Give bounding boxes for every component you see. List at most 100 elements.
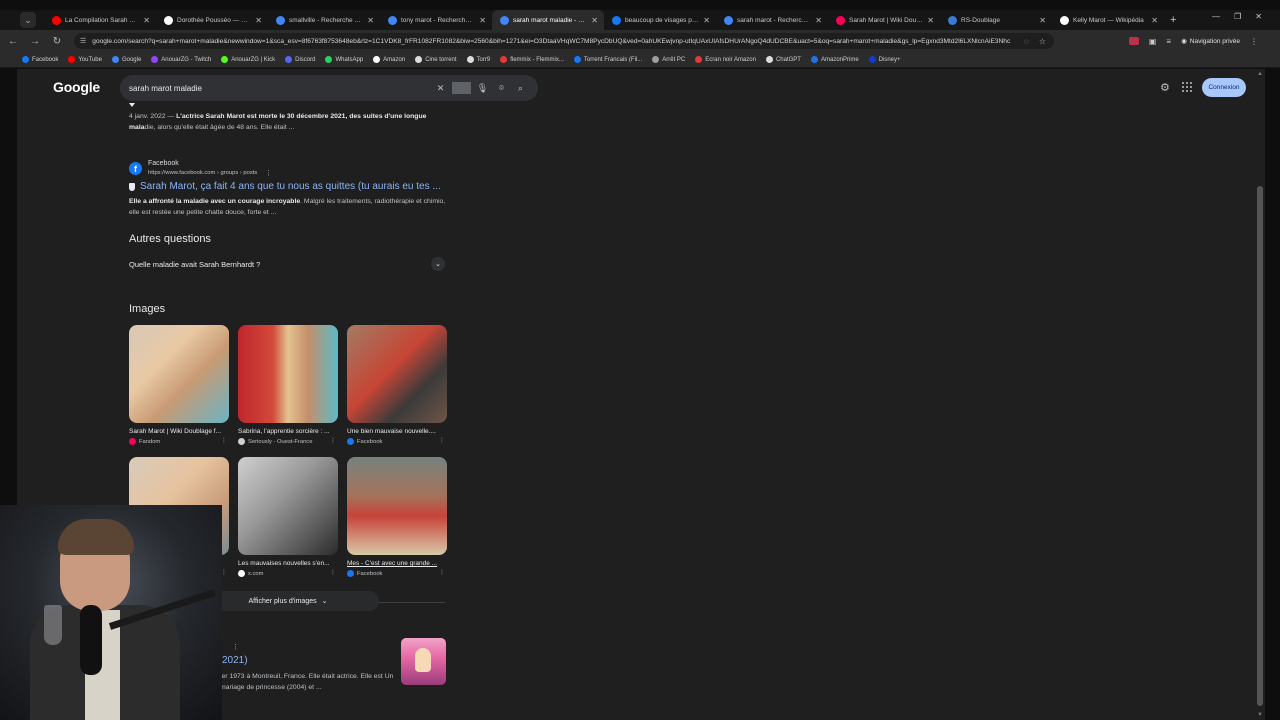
reload-icon[interactable]: ↻ [48,36,66,47]
result-more-icon[interactable]: ⋮ [232,643,239,651]
camera-icon[interactable]: ⌾ [492,83,511,94]
question-row[interactable]: Quelle maladie avait Sarah Bernhardt ? ⌄ [129,257,445,271]
image-result[interactable]: Les mauvaises nouvelles s'en... x.com ⋮ [238,457,338,577]
more-images-button[interactable]: Afficher plus d'images ⌄ [197,591,379,611]
apps-grid-icon[interactable] [1182,82,1192,92]
result-more-icon[interactable]: ⋮ [265,169,272,177]
maximize-icon[interactable]: ❐ [1234,12,1241,21]
eye-off-icon[interactable]: ◌ [1024,37,1029,46]
image-result[interactable]: Sarah Marot | Wiki Doublage f... Fandom ⋮ [129,325,229,445]
tab-3[interactable]: tony marot - Recherche Goo ✕ [380,10,492,30]
image-thumbnail[interactable] [238,325,338,423]
close-tab-icon[interactable]: ✕ [815,16,822,25]
image-caption[interactable]: Sabrina, l'apprentie sorcière : ... [238,428,336,435]
browser-menu-icon[interactable]: ⋮ [1250,37,1258,46]
scroll-thumb[interactable] [1257,186,1263,706]
bookmark-item[interactable]: Facebook [22,56,58,63]
tab-7[interactable]: Sarah Marot | Wiki Doublage ✕ [828,10,940,30]
image-more-icon[interactable]: ⋮ [439,437,445,444]
tab-2[interactable]: smallville - Recherche Google✕ [268,10,380,30]
bookmark-item[interactable]: Arrêt PC [652,56,685,63]
minimize-icon[interactable]: — [1212,12,1220,21]
tab-0[interactable]: La Compilation Sarah Marot ✕ [44,10,156,30]
clear-icon[interactable]: ✕ [431,83,450,94]
close-tab-icon[interactable]: ✕ [255,16,262,25]
bookmark-item[interactable]: AnouarZG | Kick [221,56,275,63]
tab-menu-icon[interactable]: ≡ [1166,37,1171,46]
image-result[interactable]: Une bien mauvaise nouvelle.... Facebook ⋮ [347,325,447,445]
close-tab-icon[interactable]: ✕ [591,16,598,25]
close-tab-icon[interactable]: ✕ [479,16,486,25]
forward-icon[interactable]: → [26,36,44,47]
chevron-down-icon[interactable]: ⌄ [431,257,445,271]
settings-gear-icon[interactable]: ⚙ [1160,81,1170,94]
scroll-down-icon[interactable]: ▼ [1257,712,1263,718]
close-tab-icon[interactable]: ✕ [143,16,150,25]
bookmark-star-icon[interactable]: ☆ [1039,37,1046,46]
extension-icon[interactable] [1128,37,1139,45]
search-box[interactable]: ✕ 🎙 ⌾ ⌕ [120,75,538,101]
bookmark-item[interactable]: Ecran noir Amazon [695,56,756,63]
image-thumbnail[interactable] [347,457,447,555]
bookmark-item[interactable]: ChatGPT [765,56,801,63]
image-more-icon[interactable]: ⋮ [330,437,336,444]
bookmark-item[interactable]: flemmix - Flemmix... [500,56,564,63]
result-thumbnail[interactable] [401,638,446,685]
bookmark-item[interactable]: AmazonPrime [810,56,859,63]
image-caption[interactable]: Sarah Marot | Wiki Doublage f... [129,428,227,435]
image-caption[interactable]: Mes - C'est avec une grande ... [347,560,445,567]
close-tab-icon[interactable]: ✕ [367,16,374,25]
image-source[interactable]: Seriously - Ouest-France ⋮ [238,438,338,445]
image-more-icon[interactable]: ⋮ [439,569,445,576]
private-mode-badge[interactable]: ◉ Navigation privée [1181,37,1240,46]
search-input[interactable] [129,83,431,93]
bookmark-item[interactable]: Discord [285,56,315,63]
tab-5[interactable]: beaucoup de visages pour un✕ [604,10,716,30]
image-more-icon[interactable]: ⋮ [221,437,227,444]
image-caption[interactable]: Les mauvaises nouvelles s'en... [238,560,336,567]
image-source[interactable]: Fandom ⋮ [129,438,229,445]
tab-search-icon[interactable]: ⌄ [20,12,36,28]
signin-button[interactable]: Connexion [1202,78,1246,97]
bookmark-item[interactable]: YouTube [68,56,102,63]
tab-8[interactable]: RS-Doublage ✕ [940,10,1052,30]
close-tab-icon[interactable]: ✕ [1151,16,1158,25]
extension-puzzle-icon[interactable]: ▣ [1149,37,1157,46]
address-url[interactable]: google.com/search?q=sarah+marot+maladie&… [92,38,1016,45]
bookmark-item[interactable]: Amazon [373,56,405,63]
scrollbar[interactable]: ▲ ▼ [1255,69,1265,720]
image-result[interactable]: Sabrina, l'apprentie sorcière : ... Serio… [238,325,338,445]
result-url[interactable]: https://www.facebook.com › groups › post… [148,170,257,176]
image-thumbnail[interactable] [347,325,447,423]
site-info-icon[interactable]: ☰ [80,37,86,45]
scroll-up-icon[interactable]: ▲ [1257,71,1263,77]
image-thumbnail[interactable] [238,457,338,555]
image-source[interactable]: Facebook ⋮ [347,438,447,445]
image-caption[interactable]: Une bien mauvaise nouvelle.... [347,428,445,435]
image-thumbnail[interactable] [129,325,229,423]
result-source[interactable]: Facebook [148,160,179,167]
close-tab-icon[interactable]: ✕ [927,16,934,25]
close-tab-icon[interactable]: ✕ [703,16,710,25]
address-bar[interactable]: ☰ google.com/search?q=sarah+marot+maladi… [74,33,1054,49]
bookmark-item[interactable]: Cine torrent [415,56,457,63]
bookmark-item[interactable]: WhatsApp [325,56,363,63]
tab-9[interactable]: Kelly Marot — Wikipédia ✕ [1052,10,1164,30]
new-tab-icon[interactable]: + [1170,14,1176,26]
microphone-icon[interactable]: 🎙 [473,83,492,94]
result-title-link[interactable]: Sarah Marot, ça fait 4 ans que tu nous a… [129,181,441,192]
image-more-icon[interactable]: ⋮ [330,569,336,576]
image-source[interactable]: Facebook ⋮ [347,570,447,577]
image-source[interactable]: x.com ⋮ [238,570,338,577]
back-icon[interactable]: ← [4,36,22,47]
search-icon[interactable]: ⌕ [511,83,530,94]
close-window-icon[interactable]: ✕ [1255,12,1262,21]
bookmark-item[interactable]: Disney+ [868,56,901,63]
image-result[interactable]: Mes - C'est avec une grande ... Facebook ⋮ [347,457,447,577]
tab-6[interactable]: sarah marot - Recherche Goo ✕ [716,10,828,30]
bookmark-item[interactable]: AnouarZG - Twitch [151,56,211,63]
tab-1[interactable]: Dorothée Pousséo — Wikipé✕ [156,10,268,30]
close-tab-icon[interactable]: ✕ [1039,16,1046,25]
bookmark-item[interactable]: Google [111,56,141,63]
tab-4[interactable]: sarah marot maladie - Reche ✕ [492,10,604,30]
